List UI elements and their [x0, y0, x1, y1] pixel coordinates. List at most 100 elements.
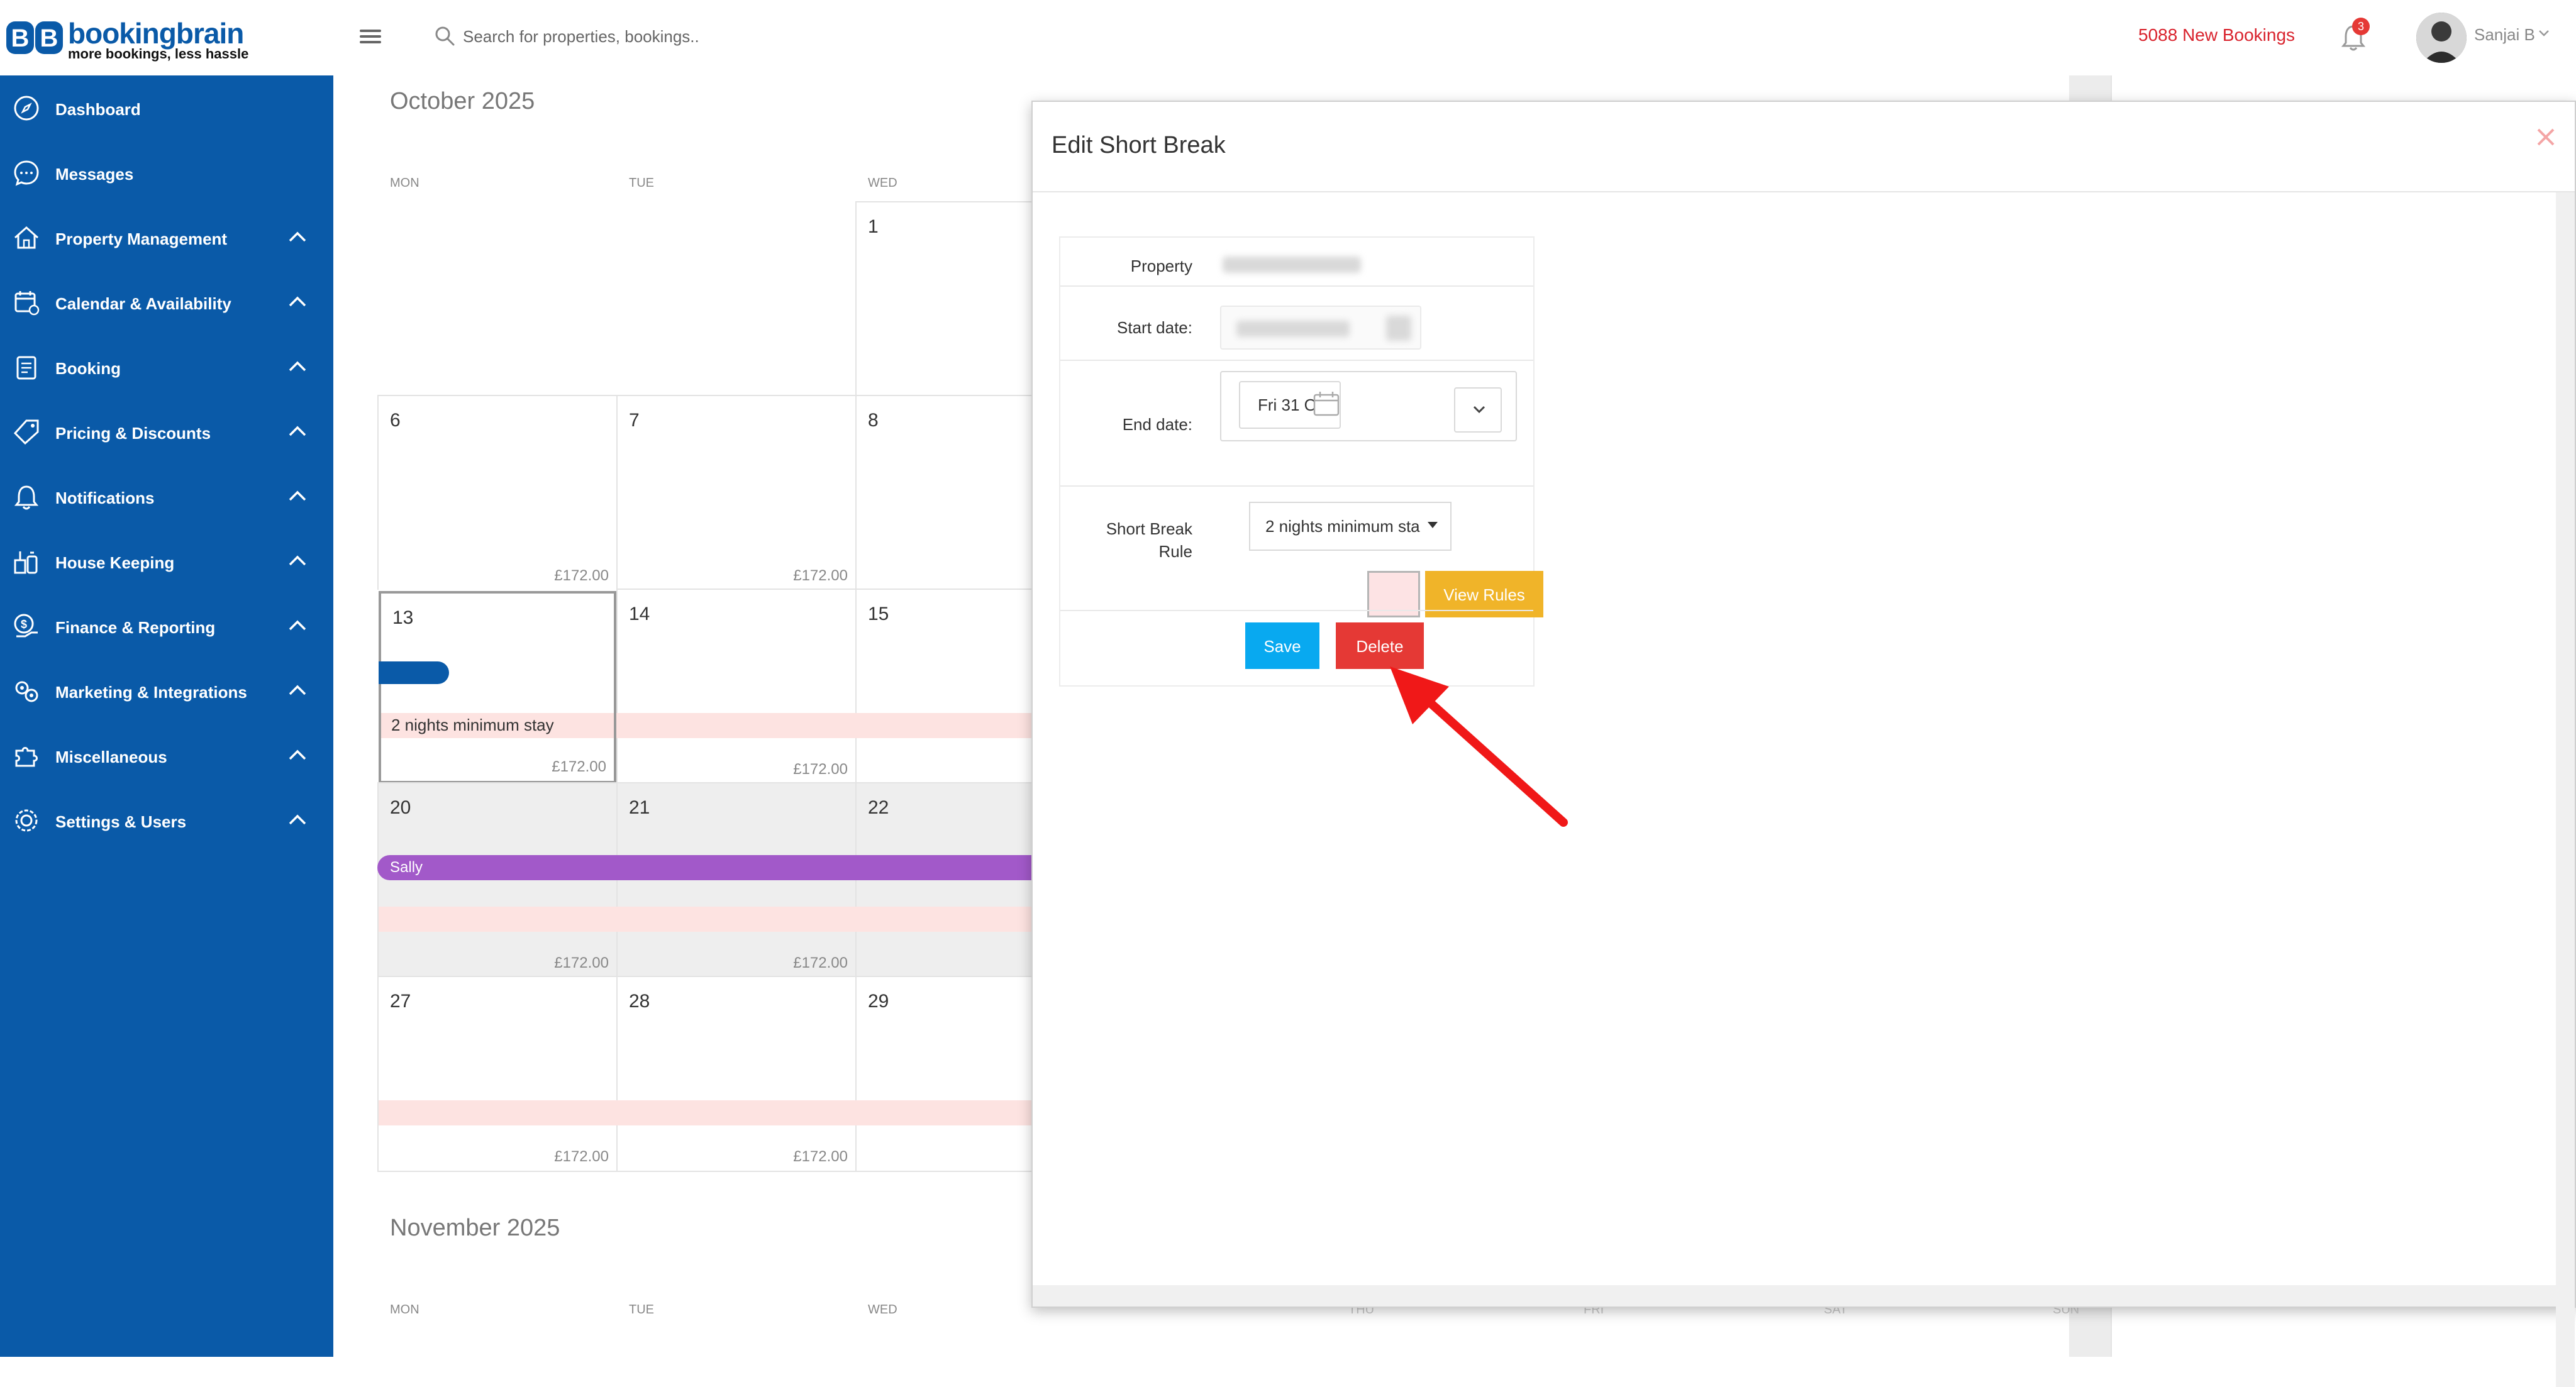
edit-short-break-modal: Edit Short Break Property Start date: En… — [1031, 101, 2576, 1387]
new-bookings-link[interactable]: 5088 New Bookings — [2138, 25, 2295, 45]
sidebar-item-label: Calendar & Availability — [55, 294, 231, 313]
calendar-day-cell[interactable]: 7 £172.00 — [616, 395, 855, 590]
short-break-form: Property Start date: End date: Fri 31 Oc… — [1059, 236, 1543, 687]
chevron-up-icon[interactable] — [288, 683, 307, 697]
sidebar-item-house-keeping[interactable]: House Keeping — [0, 536, 333, 587]
sidebar-item-finance-reporting[interactable]: $ Finance & Reporting — [0, 601, 333, 651]
day-number: 1 — [868, 216, 879, 237]
sidebar-item-property-management[interactable]: Property Management — [0, 213, 333, 263]
short-break-rule-label: 2 nights minimum stay — [391, 716, 554, 734]
short-break-rule-bar[interactable] — [379, 1100, 1031, 1125]
calendar-day-cell[interactable]: 8 — [855, 395, 1031, 590]
short-break-rule-label: Short Break — [1106, 519, 1192, 538]
sidebar-item-label: House Keeping — [55, 553, 175, 572]
calendar-day-cell[interactable]: 27 £172.00 — [377, 976, 616, 1172]
calendar-icon — [14, 291, 40, 316]
notification-count-badge: 3 — [2352, 18, 2370, 35]
modal-vertical-scrollbar[interactable] — [2556, 192, 2575, 1387]
calendar-day-cell[interactable]: 15 — [855, 589, 1031, 783]
dow-mon: MON — [390, 176, 419, 190]
cleaning-icon — [14, 551, 38, 574]
calendar-day-cell[interactable]: 29 — [855, 976, 1031, 1172]
calendar-day-cell[interactable]: 6 £172.00 — [377, 395, 616, 590]
house-icon — [14, 226, 38, 249]
calendar-day-cell[interactable]: 14 £172.00 — [616, 589, 855, 783]
chevron-up-icon[interactable] — [288, 554, 307, 568]
user-menu-chevron-down-icon[interactable] — [2538, 29, 2550, 38]
logo-name: bookingbrain — [68, 17, 244, 50]
sidebar-item-calendar-availability[interactable]: Calendar & Availability — [0, 277, 333, 328]
sidebar-item-dashboard[interactable]: Dashboard — [0, 83, 333, 133]
form-row-separator — [1060, 610, 1533, 611]
logo-tagline: more bookings, less hassle — [68, 46, 249, 62]
month-title-november: November 2025 — [390, 1215, 560, 1241]
sidebar-item-booking[interactable]: Booking — [0, 342, 333, 392]
chevron-up-icon[interactable] — [288, 748, 307, 762]
short-break-rule-select[interactable]: 2 nights minimum sta — [1249, 502, 1452, 551]
day-price: £172.00 — [793, 567, 848, 584]
day-price: £172.00 — [793, 954, 848, 971]
close-icon[interactable] — [2533, 124, 2558, 150]
avatar-person-icon — [2416, 13, 2467, 63]
sidebar-item-messages[interactable]: Messages — [0, 148, 333, 198]
search-input[interactable] — [462, 23, 902, 50]
chevron-up-icon[interactable] — [288, 489, 307, 503]
puzzle-icon — [15, 747, 38, 767]
day-price: £172.00 — [793, 1148, 848, 1165]
menu-toggle-icon[interactable] — [360, 26, 381, 48]
chevron-up-icon[interactable] — [288, 230, 307, 244]
chevron-up-icon[interactable] — [288, 813, 307, 827]
sidebar-item-label: Settings & Users — [55, 812, 187, 831]
sidebar-item-miscellaneous[interactable]: Miscellaneous — [0, 731, 333, 781]
day-number: 20 — [390, 797, 411, 818]
sidebar-item-label: Marketing & Integrations — [55, 683, 247, 702]
settings-icon — [15, 809, 38, 832]
end-date-time-select[interactable] — [1454, 387, 1502, 433]
month-title-october: October 2025 — [390, 88, 535, 114]
sidebar-item-label: Finance & Reporting — [55, 618, 216, 637]
start-date-calendar-icon[interactable] — [1386, 316, 1411, 341]
top-header: B B bookingbrain more bookings, less has… — [0, 0, 2576, 75]
chevron-up-icon[interactable] — [288, 619, 307, 633]
dow-tue: TUE — [629, 1303, 654, 1317]
chevron-up-icon[interactable] — [288, 360, 307, 373]
start-date-input-blurred[interactable] — [1220, 306, 1421, 350]
form-row-separator — [1060, 360, 1533, 361]
compass-icon — [14, 96, 39, 121]
finance-icon: $ — [14, 614, 38, 638]
dow-tue: TUE — [629, 176, 654, 190]
calendar-day-cell[interactable]: 28 £172.00 — [616, 976, 855, 1172]
save-button[interactable]: Save — [1245, 622, 1319, 669]
booking-guest-name: Sally — [390, 859, 423, 876]
sidebar-item-settings-users[interactable]: Settings & Users — [0, 795, 333, 846]
sidebar-item-label: Notifications — [55, 489, 155, 507]
sidebar-item-marketing-integrations[interactable]: Marketing & Integrations — [0, 666, 333, 716]
chevron-up-icon[interactable] — [288, 424, 307, 438]
form-row-separator — [1060, 485, 1533, 487]
chat-icon — [14, 160, 39, 186]
chevron-up-icon[interactable] — [288, 295, 307, 309]
booking-bar-sally[interactable] — [377, 855, 1031, 880]
bookingbrain-logo-icon[interactable]: B B — [6, 19, 64, 57]
day-price: £172.00 — [552, 758, 606, 775]
modal-horizontal-scrollbar[interactable] — [1033, 1285, 2575, 1307]
day-number: 27 — [390, 991, 411, 1012]
sidebar-item-pricing-discounts[interactable]: Pricing & Discounts — [0, 407, 333, 457]
end-date-calendar-icon[interactable] — [1312, 390, 1341, 419]
day-price: £172.00 — [554, 1148, 609, 1165]
user-name[interactable]: Sanjai B — [2474, 25, 2535, 45]
form-row-separator — [1060, 285, 1533, 287]
sidebar-item-notifications[interactable]: Notifications — [0, 472, 333, 522]
calendar-day-cell[interactable]: 1 — [855, 201, 1031, 396]
booking-bar[interactable] — [379, 661, 449, 684]
annotation-arrow-icon — [1390, 666, 1568, 827]
svg-text:B: B — [11, 25, 30, 52]
short-break-rule-bar[interactable] — [379, 907, 1031, 932]
day-number: 21 — [629, 797, 650, 818]
day-number: 15 — [868, 604, 889, 624]
search-icon — [435, 26, 455, 46]
property-label: Property — [1130, 257, 1192, 275]
user-avatar[interactable] — [2416, 13, 2467, 63]
day-number: 22 — [868, 797, 889, 818]
calendar-day-cell-selected[interactable]: 13 £172.00 — [379, 591, 616, 783]
